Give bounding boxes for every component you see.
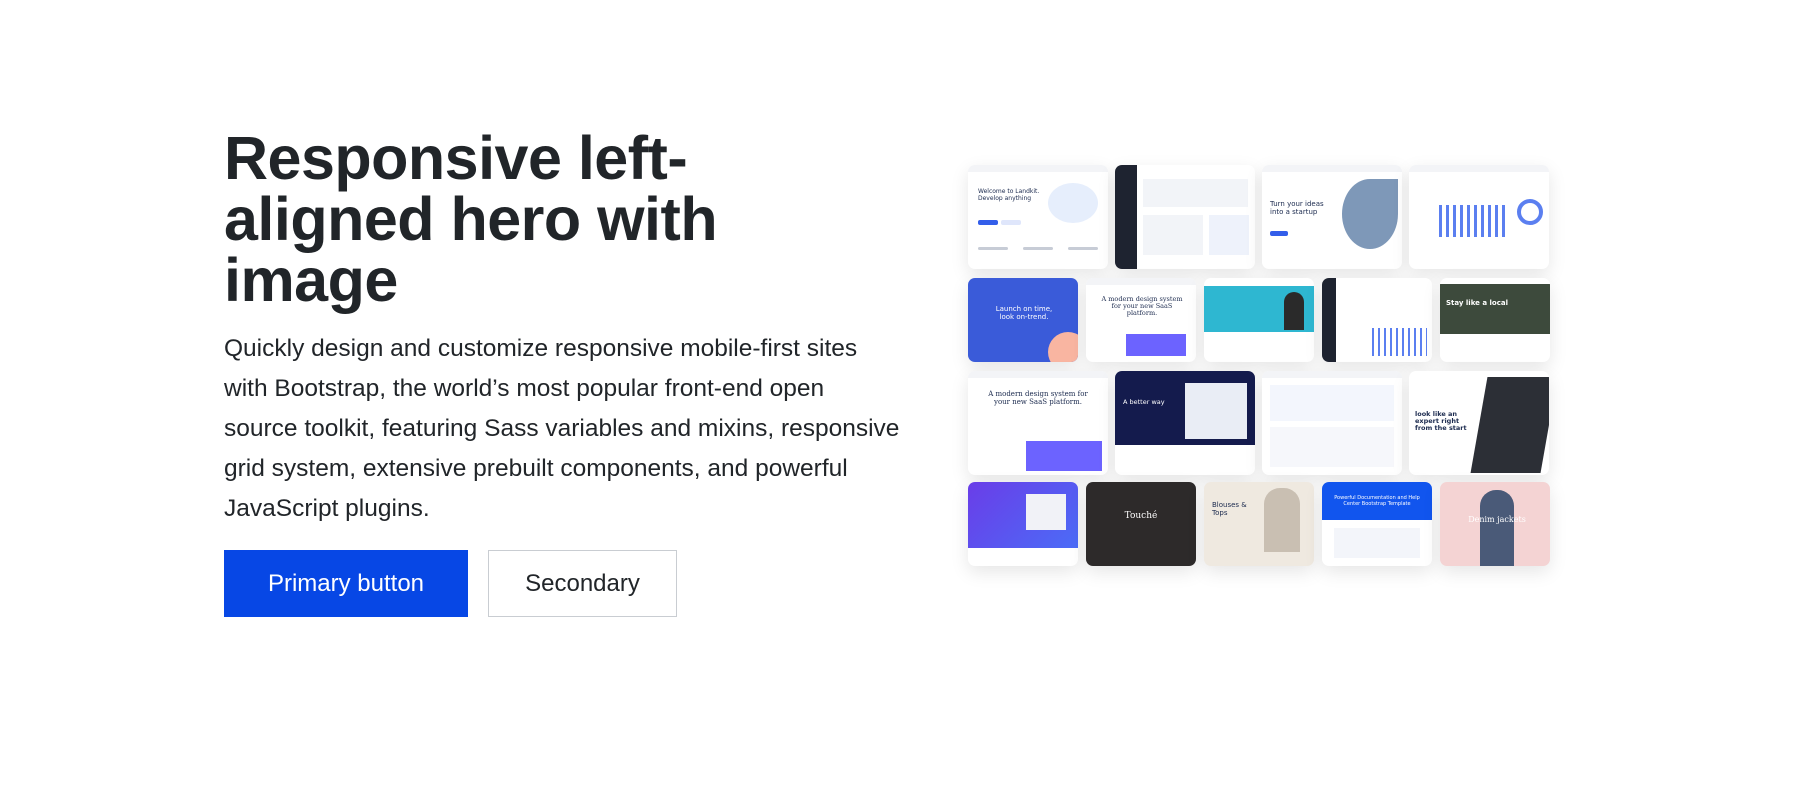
theme-thumbnail-launch: Launch on time, look on-trend.: [968, 278, 1078, 362]
theme-thumbnail-saas-alt: A modern design system for your new SaaS…: [968, 371, 1108, 475]
theme-thumbnail-saas: A modern design system for your new SaaS…: [1086, 278, 1196, 362]
primary-button[interactable]: Primary button: [224, 550, 468, 617]
hero-image: Welcome to Landkit. Develop anything Tur…: [968, 165, 1563, 580]
thumbnail-caption: Turn your ideas into a startup: [1270, 200, 1324, 216]
theme-thumbnail-better-way: A better way: [1115, 371, 1255, 475]
thumbnail-caption: Stay like a local: [1446, 299, 1508, 307]
theme-thumbnail-expert: look like an expert right from the start: [1409, 371, 1549, 475]
hero-section: Responsive left-aligned hero with image …: [0, 0, 1805, 796]
hero-text-column: Responsive left-aligned hero with image …: [224, 128, 904, 617]
thumbnail-caption: Denim jackets: [1468, 515, 1526, 524]
theme-thumbnail-admin: [1322, 278, 1432, 362]
theme-thumbnail-purple: [968, 482, 1078, 566]
thumbnail-caption: Touché: [1124, 511, 1158, 521]
theme-thumbnail-dashboard-dark: [1115, 165, 1255, 269]
theme-thumbnail-startup: Turn your ideas into a startup: [1262, 165, 1402, 269]
theme-thumbnail-touche: Touché: [1086, 482, 1196, 566]
theme-thumbnail-travel: Stay like a local: [1440, 278, 1550, 362]
hero-actions: Primary button Secondary: [224, 550, 904, 617]
thumbnail-caption: A modern design system for your new SaaS…: [988, 390, 1088, 406]
hero-lead: Quickly design and customize responsive …: [224, 335, 900, 522]
thumbnail-caption: A modern design system for your new SaaS…: [1101, 295, 1183, 318]
secondary-button[interactable]: Secondary: [488, 550, 677, 617]
theme-thumbnail-landkit: Welcome to Landkit. Develop anything: [968, 165, 1108, 269]
theme-thumbnail-docs: Powerful Documentation and Help Center B…: [1322, 482, 1432, 566]
theme-thumbnail-denim: Denim jackets: [1440, 482, 1550, 566]
thumbnail-caption: look like an expert right from the start: [1415, 410, 1467, 433]
theme-thumbnail-dashboard-light: [1262, 371, 1402, 475]
thumbnail-caption: Launch on time, look on-trend.: [995, 305, 1053, 321]
thumbnail-caption: Blouses & Tops: [1212, 501, 1247, 517]
thumbnail-caption: Welcome to Landkit. Develop anything: [978, 188, 1040, 202]
theme-thumbnail-team: [1204, 278, 1314, 362]
hero-title: Responsive left-aligned hero with image: [224, 124, 718, 314]
thumbnail-caption: Powerful Documentation and Help Center B…: [1334, 495, 1420, 507]
theme-thumbnail-analytics: [1409, 165, 1549, 269]
thumbnail-caption: A better way: [1123, 398, 1165, 406]
theme-thumbnail-blouses: Blouses & Tops: [1204, 482, 1314, 566]
